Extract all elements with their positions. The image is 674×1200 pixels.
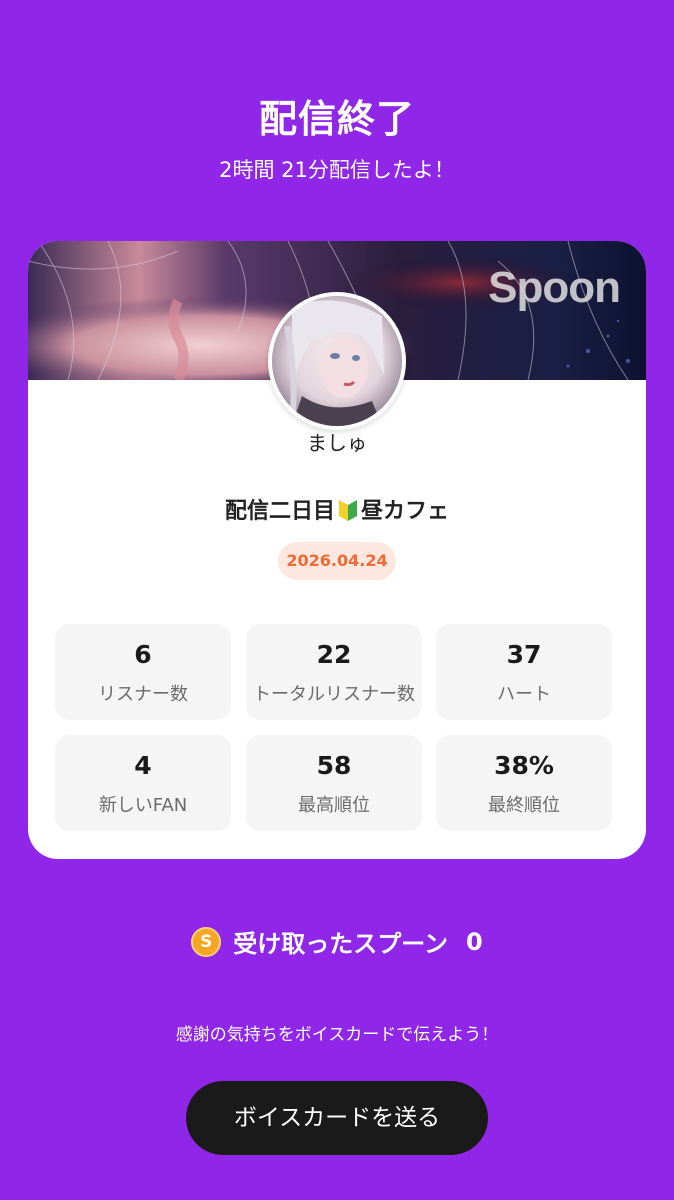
stat-value: 4 (134, 751, 152, 780)
stat-total-listeners: 22 トータルリスナー数 (246, 624, 422, 720)
stat-final-rank: 38% 最終順位 (436, 735, 612, 831)
stat-best-rank: 58 最高順位 (246, 735, 422, 831)
received-spoons: S 受け取ったスプーン 0 (0, 924, 674, 959)
beginner-mark-icon (339, 500, 357, 521)
stat-value: 37 (506, 640, 542, 669)
stat-value: 6 (134, 640, 152, 669)
page-title: 配信終了 (258, 97, 415, 141)
broadcast-title: 配信二日目 昼カフェ (28, 493, 646, 525)
stat-label: 新しいFAN (98, 795, 188, 816)
received-spoons-count: 0 (466, 927, 483, 956)
stat-value: 22 (316, 640, 352, 669)
stat-new-fans: 4 新しいFAN (55, 735, 231, 831)
stat-label: ハート (497, 684, 551, 705)
stat-label: 最終順位 (488, 795, 560, 816)
stat-label: リスナー数 (98, 684, 188, 705)
spoon-coin-icon: S (191, 926, 222, 957)
broadcast-title-text-2: 昼カフェ (361, 499, 450, 524)
host-username: ましゅ (307, 431, 367, 455)
received-spoons-label: 受け取ったスプーン (233, 930, 449, 958)
broadcast-duration: 2時間 21分配信したよ！ (219, 158, 455, 182)
brand-logo: Spoon (488, 263, 621, 312)
send-voice-card-button[interactable]: ボイスカードを送る (186, 1081, 488, 1155)
thanks-message: 感謝の気持ちをボイスカードで伝えよう！ (175, 1025, 499, 1045)
stat-label: 最高順位 (298, 795, 370, 816)
stat-label: トータルリスナー数 (253, 684, 415, 705)
avatar[interactable] (268, 292, 406, 430)
broadcast-title-text-1: 配信二日目 (224, 499, 335, 524)
broadcast-date-badge: 2026.04.24 (278, 542, 396, 580)
stat-value: 38% (494, 751, 554, 780)
stat-value: 58 (316, 751, 352, 780)
broadcast-ended-screen: 配信終了 2時間 21分配信したよ！ Spoon ましゅ 配信二日目 昼カフェ … (0, 0, 674, 1200)
broadcast-summary-card: Spoon ましゅ 配信二日目 昼カフェ 2026.04.24 6 リスナー数 … (28, 241, 646, 859)
stat-listeners: 6 リスナー数 (55, 624, 231, 720)
stat-hearts: 37 ハート (436, 624, 612, 720)
